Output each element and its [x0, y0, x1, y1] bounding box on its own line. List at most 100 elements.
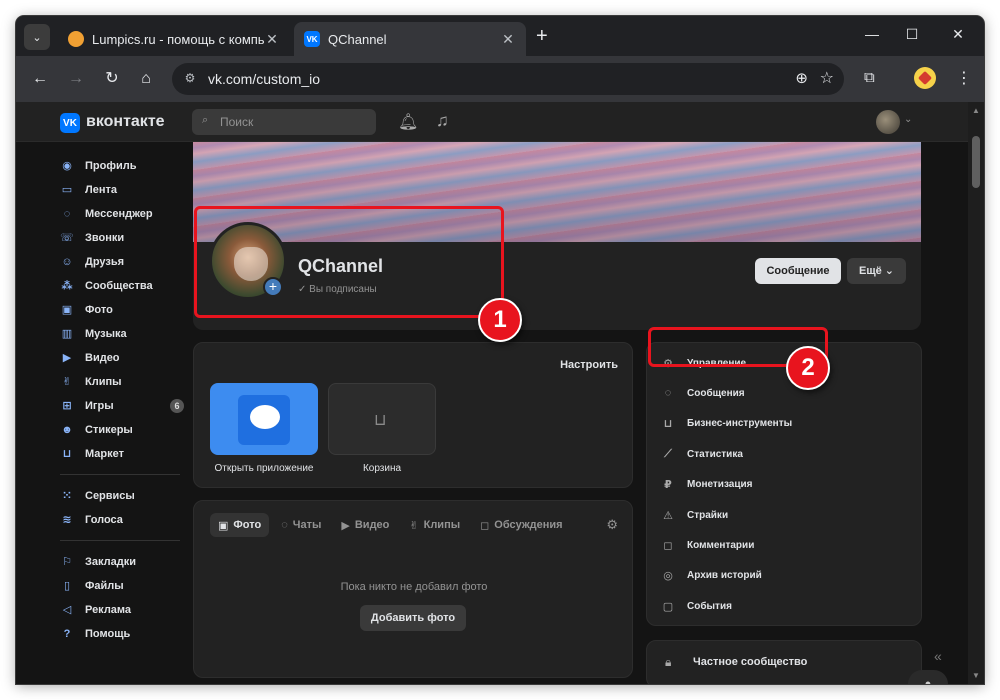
close-tab-icon[interactable]: ✕ [264, 31, 280, 48]
sidebar-item-help[interactable]: ? Помощь [60, 622, 184, 646]
new-tab-button[interactable]: + [536, 26, 548, 46]
tab-strip: ⌄ Lumpics.ru - помощь с компь ✕ VK QChan… [16, 16, 984, 56]
configure-link[interactable]: Настроить [560, 359, 618, 371]
menu-item-comments[interactable]: ◻ Комментарии [661, 535, 754, 555]
sidebar-item-stickers[interactable]: ☻ Стикеры [60, 418, 184, 442]
sidebar-item-label: Мессенджер [85, 208, 153, 220]
menu-item-monetization[interactable]: ₽ Монетизация [661, 474, 752, 494]
scroll-down-icon[interactable]: ▼ [972, 671, 980, 680]
forward-arrow-icon[interactable]: → [66, 69, 86, 89]
chevron-down-icon: ⌄ [884, 265, 895, 277]
bag-icon: ⊔ [374, 412, 387, 429]
sidebar-item-label: Друзья [85, 256, 125, 268]
help-icon: ? [63, 628, 71, 640]
scroll-up-icon[interactable]: ▲ [972, 106, 980, 115]
zoom-icon[interactable]: ⊕ [795, 69, 808, 87]
cart-tile[interactable]: ⊔ [328, 383, 436, 455]
left-menu: ◉ Профиль ▭ Лента ◌ Мессенджер ☏ Звонки ☺ Дру… [60, 154, 184, 646]
message-button[interactable]: Сообщение [755, 258, 841, 284]
tab-clips[interactable]: ✌ Клипы [401, 513, 468, 537]
extensions-puzzle-icon[interactable]: ⧉ [864, 69, 875, 86]
back-arrow-icon[interactable]: ← [30, 69, 50, 89]
more-button[interactable]: Ещё ⌄ [847, 258, 906, 284]
tab-video[interactable]: ▶ Видео [333, 513, 397, 537]
sidebar-item-music[interactable]: ▥ Музыка [60, 322, 184, 346]
sidebar-item-games[interactable]: ⊞ Игры 6 [60, 394, 184, 418]
sidebar-item-market[interactable]: ⊔ Маркет [60, 442, 184, 466]
sidebar-item-label: Помощь [85, 628, 131, 640]
management-card: ⚙ Управление ◌ Сообщения ⊔ Бизнес-инструмен… [646, 342, 922, 626]
page-viewport: VK вконтакте ⌕ Поиск 🔔︎ ♫ ⌄ ◉ Профиль ▭ Ле… [16, 102, 984, 684]
chevron-down-icon[interactable]: ⌄ [904, 114, 912, 125]
tab-label: Клипы [423, 519, 461, 531]
tab-discussions[interactable]: ◻ Обсуждения [472, 513, 570, 537]
sidebar-item-profile[interactable]: ◉ Профиль [60, 154, 184, 178]
gear-icon[interactable]: ⚙ [606, 517, 618, 533]
extension-profile-icon[interactable] [914, 67, 936, 89]
address-bar[interactable]: ⚙ vk.com/custom_io ⊕ ☆ [172, 63, 844, 95]
vk-brand[interactable]: вконтакте [86, 113, 165, 131]
divider [60, 540, 180, 541]
search-input[interactable]: ⌕ Поиск [192, 109, 376, 135]
chat-icon: ◌ [664, 387, 672, 399]
private-community-card[interactable]: 🔒︎ Частное сообщество [646, 640, 922, 684]
phone-icon: ☏ [60, 232, 74, 244]
menu-item-events[interactable]: ▢ События [661, 596, 732, 616]
sidebar-item-services[interactable]: ⁙ Сервисы [60, 484, 184, 508]
site-settings-icon[interactable]: ⚙ [182, 71, 198, 87]
collapse-icon[interactable]: « [934, 648, 942, 664]
close-tab-icon[interactable]: ✕ [500, 31, 516, 48]
menu-item-business-tools[interactable]: ⊔ Бизнес-инструменты [661, 413, 793, 433]
tab-chats[interactable]: ◌ Чаты [273, 513, 329, 537]
sidebar-item-messenger[interactable]: ◌ Мессенджер [60, 202, 184, 226]
sidebar-item-label: Реклама [85, 604, 132, 616]
chat-widget-icon[interactable]: ● [908, 670, 948, 684]
url-text[interactable]: vk.com/custom_io [208, 71, 320, 87]
scroll-thumb[interactable] [972, 136, 980, 188]
cart-label: Корзина [362, 463, 402, 474]
private-community-label: Частное сообщество [693, 656, 808, 668]
bell-icon[interactable]: 🔔︎ [398, 112, 418, 132]
sidebar-item-video[interactable]: ▶ Видео [60, 346, 184, 370]
music-icon: ▥ [61, 328, 73, 340]
add-photo-button[interactable]: Добавить фото [360, 605, 466, 631]
sidebar-item-bookmarks[interactable]: ⚐ Закладки [60, 550, 184, 574]
kebab-menu-icon[interactable]: ⋮ [956, 68, 972, 88]
sidebar-item-label: Сообщества [85, 280, 153, 292]
sidebar-item-photo[interactable]: ▣ Фото [60, 298, 184, 322]
avatar[interactable] [876, 110, 900, 134]
menu-item-story-archive[interactable]: ◎ Архив историй [661, 565, 762, 585]
tab-search-button[interactable]: ⌄ [24, 24, 50, 50]
menu-item-messages[interactable]: ◌ Сообщения [661, 383, 745, 403]
sidebar-item-files[interactable]: ▯ Файлы [60, 574, 184, 598]
sidebar-item-votes[interactable]: ≋ Голоса [60, 508, 184, 532]
user-icon: ◉ [62, 160, 72, 172]
tab-qchannel[interactable]: VK QChannel ✕ [294, 22, 526, 56]
sidebar-item-clips[interactable]: ✌ Клипы [60, 370, 184, 394]
music-icon[interactable]: ♫ [436, 111, 449, 131]
sidebar-item-calls[interactable]: ☏ Звонки [60, 226, 184, 250]
sidebar-item-communities[interactable]: ⁂ Сообщества [60, 274, 184, 298]
open-app-tile[interactable] [210, 383, 318, 455]
sidebar-item-feed[interactable]: ▭ Лента [60, 178, 184, 202]
bookmark-icon: ⚐ [62, 556, 72, 568]
scrollbar[interactable]: ▲ ▼ [968, 102, 984, 684]
home-icon[interactable]: ⌂ [136, 69, 156, 89]
vk-logo-icon[interactable]: VK [60, 113, 80, 133]
menu-item-strikes[interactable]: ⚠ Страйки [661, 505, 728, 525]
sidebar-item-friends[interactable]: ☺ Друзья [60, 250, 184, 274]
menu-item-statistics[interactable]: ⟋ Статистика [661, 444, 743, 464]
event-icon: ▢ [662, 600, 674, 613]
reload-icon[interactable]: ↻ [102, 69, 122, 89]
sidebar-item-label: Музыка [85, 328, 127, 340]
tab-lumpics[interactable]: Lumpics.ru - помощь с компь ✕ [58, 22, 290, 56]
clips-icon: ✌ [62, 376, 72, 388]
close-window-icon[interactable]: ✕ [948, 26, 968, 43]
sidebar-item-ads[interactable]: ◁ Реклама [60, 598, 184, 622]
star-icon[interactable]: ☆ [820, 68, 834, 88]
maximize-icon[interactable]: ☐ [902, 26, 922, 43]
tab-photo[interactable]: ▣ Фото [210, 513, 270, 537]
menu-label: Бизнес-инструменты [687, 417, 793, 429]
minimize-icon[interactable]: — [862, 26, 882, 42]
file-icon: ▯ [63, 580, 71, 592]
